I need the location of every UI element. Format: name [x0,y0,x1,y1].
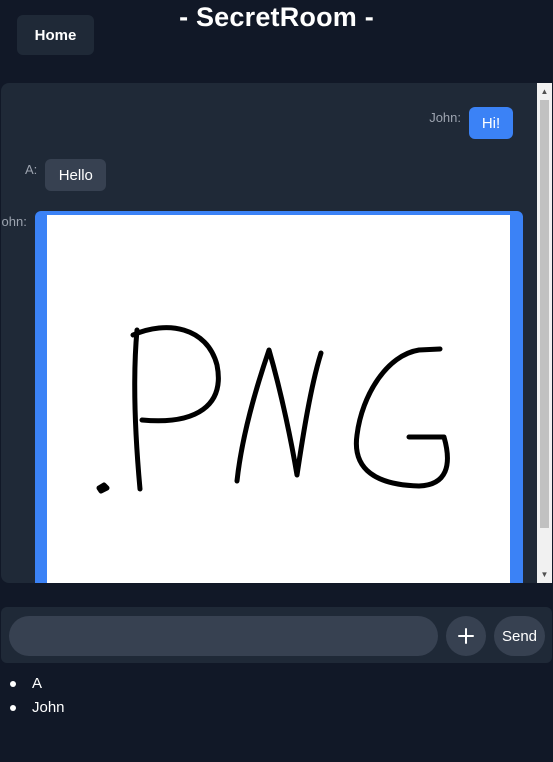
composer-bar: Send [1,607,552,663]
user-list: A John [10,675,65,723]
image-message [46,215,510,583]
png-drawing [96,325,450,494]
message-row: John: Hi! [429,107,513,139]
user-list-item: A [10,675,65,699]
message-scroll-area: John: Hi! A: Hello John: [1,83,537,583]
message-sender: John: [1,214,27,229]
user-list-item: John [10,699,65,723]
message-row: John: [1,211,523,583]
message-bubble: Hello [45,159,107,191]
message-bubble: Hi! [469,107,513,139]
chat-scrollbar[interactable]: ▲ ▼ [537,83,552,583]
message-row: A: Hello [25,159,107,191]
message-sender: A: [25,162,38,177]
scroll-down-arrow-icon[interactable]: ▼ [537,566,552,583]
add-attachment-button[interactable] [446,616,486,656]
message-sender: John: [429,110,461,125]
message-input[interactable] [9,616,438,656]
plus-icon [458,628,474,644]
chat-app: Home - SecretRoom - John: Hi! A: Hello J… [0,0,553,762]
send-button[interactable]: Send [494,616,545,656]
message-list[interactable]: John: Hi! A: Hello John: [1,83,552,583]
image-message-bubble[interactable] [34,211,523,583]
scroll-up-arrow-icon[interactable]: ▲ [537,83,552,100]
scroll-thumb[interactable] [540,100,549,528]
page-title: - SecretRoom - [179,2,374,32]
